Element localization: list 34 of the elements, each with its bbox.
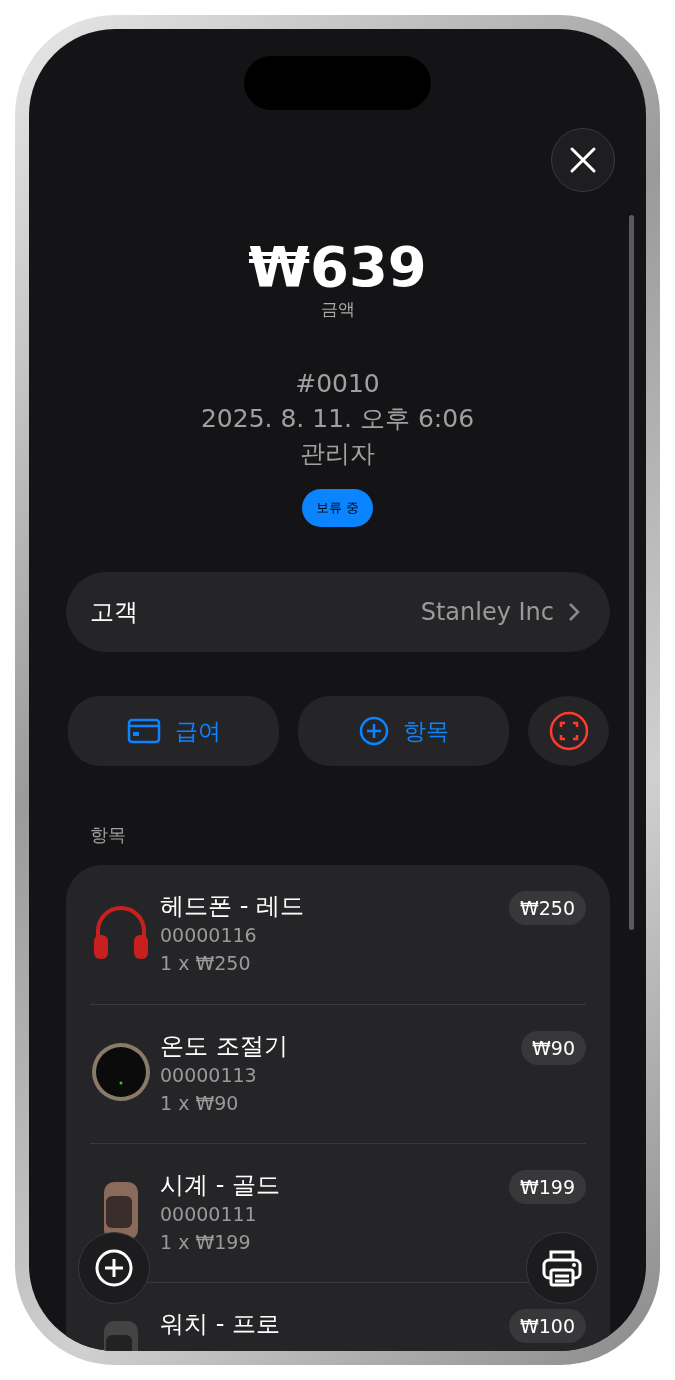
item-quantity: 1 x ₩90 [160,1091,240,1116]
customer-row[interactable]: 고객 Stanley Inc [66,572,610,652]
payment-button[interactable]: 급여 [68,696,279,766]
status-badge: 보류 중 [301,489,374,527]
item-name: 온도 조절기 [160,1031,289,1061]
staff-name: 관리자 [299,438,376,470]
item-quantity: 1 x ₩199 [160,1230,252,1255]
add-item-button[interactable]: 항목 [298,696,509,766]
item-quantity: 1 x ₩250 [160,951,252,976]
chevron-right-icon [568,602,580,622]
customer-label: 고객 [90,597,139,628]
order-datetime: 2025. 8. 11. 오후 6:06 [199,403,476,435]
item-name: 헤드폰 - 레드 [160,891,305,921]
item-sku: 00000116 [160,923,258,948]
item-name: 시계 - 골드 [160,1170,281,1200]
order-number: #0010 [294,368,381,400]
item-sku: 00000111 [160,1202,258,1227]
printer-icon [541,1248,583,1288]
item-sku: 00000113 [160,1063,258,1088]
plus-circle-icon [358,716,389,746]
credit-card-icon [126,718,161,744]
customer-name: Stanley Inc [420,598,554,626]
item-price: ₩100 [508,1309,586,1343]
item-price: ₩199 [508,1170,586,1204]
amount-label: 금액 [319,298,356,320]
total-amount: ₩639 [247,236,428,298]
item-name: 워치 - 프로 [160,1309,281,1339]
thermostat-drawing [90,1041,152,1103]
section-title: 항목 [90,823,127,847]
close-icon [569,146,597,174]
item-price: ₩90 [521,1031,586,1065]
item-price: ₩250 [508,891,586,925]
plus-circle-icon [94,1248,134,1288]
scan-icon [548,711,589,751]
